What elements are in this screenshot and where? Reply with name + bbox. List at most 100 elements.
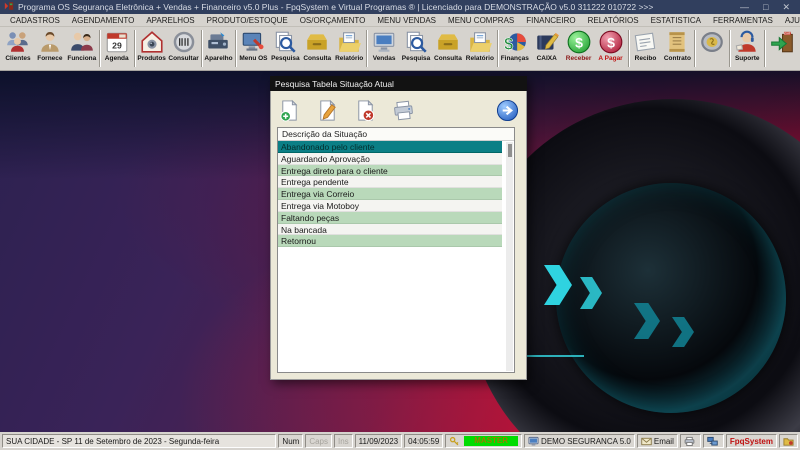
status-email[interactable]: Email: [637, 434, 678, 448]
dialog-toolbar: [277, 97, 520, 125]
delete-record-button[interactable]: [353, 97, 378, 123]
toolbar-button-consulta-vendas[interactable]: Consulta: [432, 28, 464, 69]
background-photo: Pesquisa Tabela Situação Atual: [0, 71, 800, 432]
status-location: SUA CIDADE - SP 11 de Setembro de 2023 -…: [2, 434, 276, 448]
list-header: Descrição da Situação: [278, 128, 514, 141]
toolbar-button-relatorio-vendas[interactable]: Relatório: [464, 28, 496, 69]
toolbar-button-funcionario[interactable]: Funciona: [66, 28, 98, 69]
list-item[interactable]: Na bancada: [278, 224, 502, 236]
toolbar-button-relatorio-os[interactable]: Relatório: [333, 28, 365, 69]
dialog-titlebar[interactable]: Pesquisa Tabela Situação Atual: [270, 76, 527, 91]
window-titlebar: Programa OS Segurança Eletrônica + Venda…: [0, 0, 800, 14]
status-network[interactable]: [703, 434, 724, 448]
app-window: Programa OS Segurança Eletrônica + Venda…: [0, 0, 800, 450]
menu-financeiro[interactable]: FINANCEIRO: [520, 16, 581, 25]
device-icon: [205, 29, 231, 55]
status-app-icon-panel: [779, 434, 798, 448]
print-button[interactable]: [391, 97, 416, 123]
close-button[interactable]: ✕: [782, 0, 790, 14]
menu-cadastros[interactable]: CADASTROS: [4, 16, 66, 25]
coin-icon: [699, 29, 725, 55]
toolbar-separator: [99, 30, 100, 67]
calendar-icon: 29: [104, 29, 130, 55]
toolbar-button-vendas[interactable]: Vendas: [368, 28, 400, 69]
window-title: Programa OS Segurança Eletrônica + Venda…: [18, 2, 740, 12]
minimize-button[interactable]: —: [740, 0, 749, 14]
status-caps-lock: Caps: [305, 434, 332, 448]
status-system: DEMO SEGURANCA 5.0: [524, 434, 635, 448]
toolbar-separator: [729, 30, 730, 67]
svg-text:EXIT: EXIT: [784, 31, 791, 35]
toolbar-button-recibo[interactable]: Recibo: [630, 28, 662, 69]
dialog-title: Pesquisa Tabela Situação Atual: [275, 79, 394, 89]
toolbar-button-receber[interactable]: $ Receber: [563, 28, 595, 69]
network-monitors-icon: [707, 436, 718, 447]
monitor-icon: [371, 29, 397, 55]
key-icon: [449, 436, 460, 447]
toolbar-button-financas[interactable]: $ Finanças: [499, 28, 531, 69]
toolbar-button-agenda[interactable]: 29 Agenda: [101, 28, 133, 69]
maximize-button[interactable]: □: [763, 0, 768, 14]
exit-door-icon: EXIT: [769, 29, 795, 55]
list-item[interactable]: Entrega pendente: [278, 176, 502, 188]
receipt-icon: [632, 29, 658, 55]
toolbar-button-moeda[interactable]: [696, 28, 728, 69]
toolbar-button-produtos[interactable]: Produtos: [136, 28, 168, 69]
toolbar-button-aparelho[interactable]: Aparelho: [203, 28, 235, 69]
edit-record-button[interactable]: [315, 97, 340, 123]
toolbar-button-pesquisa-vendas[interactable]: Pesquisa: [400, 28, 432, 69]
list-item[interactable]: Entrega via Correio: [278, 188, 502, 200]
status-printer[interactable]: [680, 434, 701, 448]
list-item[interactable]: Faltando peças: [278, 212, 502, 224]
forward-button[interactable]: [495, 97, 520, 123]
menu-agendamento[interactable]: AGENDAMENTO: [66, 16, 141, 25]
envelope-icon: [641, 436, 652, 447]
toolbar-button-fornecedor[interactable]: Fornece: [34, 28, 66, 69]
add-record-button[interactable]: [277, 97, 302, 123]
computer-icon: [528, 436, 539, 447]
finance-pie-icon: $: [502, 29, 528, 55]
toolbar-button-a-pagar[interactable]: $ A Pagar: [595, 28, 627, 69]
menu-ferramentas[interactable]: FERRAMENTAS: [707, 16, 779, 25]
menu-relatorios[interactable]: RELATÓRIOS: [582, 16, 645, 25]
menu-os-orcamento[interactable]: OS/ORÇAMENTO: [294, 16, 372, 25]
status-num-lock: Num: [278, 434, 303, 448]
status-bar: SUA CIDADE - SP 11 de Setembro de 2023 -…: [0, 432, 800, 450]
toolbar-button-consulta-os[interactable]: Consulta: [301, 28, 333, 69]
menu-vendas[interactable]: MENU VENDAS: [371, 16, 442, 25]
menu-produto-estoque[interactable]: PRODUTO/ESTOQUE: [201, 16, 294, 25]
contract-scroll-icon: [664, 29, 690, 55]
list-scrollbar[interactable]: [506, 142, 513, 371]
toolbar-separator: [694, 30, 695, 67]
menu-aparelhos[interactable]: APARELHOS: [140, 16, 200, 25]
barcode-icon: [171, 29, 197, 55]
menu-ajuda[interactable]: AJUDA: [779, 16, 800, 25]
toolbar-separator: [764, 30, 765, 67]
edit-document-icon: [316, 99, 339, 122]
menu-compras[interactable]: MENU COMPRAS: [442, 16, 520, 25]
drawer-icon: [304, 29, 330, 55]
toolbar-separator: [201, 30, 202, 67]
scrollbar-thumb[interactable]: [508, 144, 512, 157]
toolbar-button-sair[interactable]: EXIT: [766, 28, 798, 69]
menu-estatistica[interactable]: ESTATISTICA: [645, 16, 707, 25]
list-item[interactable]: Retornou: [278, 235, 502, 247]
toolbar-button-pesquisa-os[interactable]: Pesquisa: [269, 28, 301, 69]
toolbar-separator: [134, 30, 135, 67]
toolbar-button-suporte[interactable]: Suporte: [731, 28, 763, 69]
toolbar-button-consultar[interactable]: Consultar: [168, 28, 200, 69]
toolbar-button-caixa[interactable]: CAIXA: [531, 28, 563, 69]
printer-icon: [684, 436, 695, 447]
add-document-icon: [278, 99, 301, 122]
toolbar-button-clientes[interactable]: Clientes: [2, 28, 34, 69]
search-docs-icon: [272, 29, 298, 55]
dialog-pesquisa-situacao: Pesquisa Tabela Situação Atual: [270, 76, 527, 380]
list-item[interactable]: Entrega direto para o cliente: [278, 165, 502, 177]
list-item[interactable]: Entrega via Motoboy: [278, 200, 502, 212]
list-item[interactable]: Abandonado pelo cliente: [278, 141, 502, 153]
toolbar-button-contrato[interactable]: Contrato: [661, 28, 693, 69]
toolbar-button-menu-os[interactable]: Menu OS: [237, 28, 269, 69]
list-item[interactable]: Aguardando Aprovação: [278, 153, 502, 165]
light-streak: [526, 355, 584, 357]
master-user-badge: MASTER: [464, 436, 518, 446]
